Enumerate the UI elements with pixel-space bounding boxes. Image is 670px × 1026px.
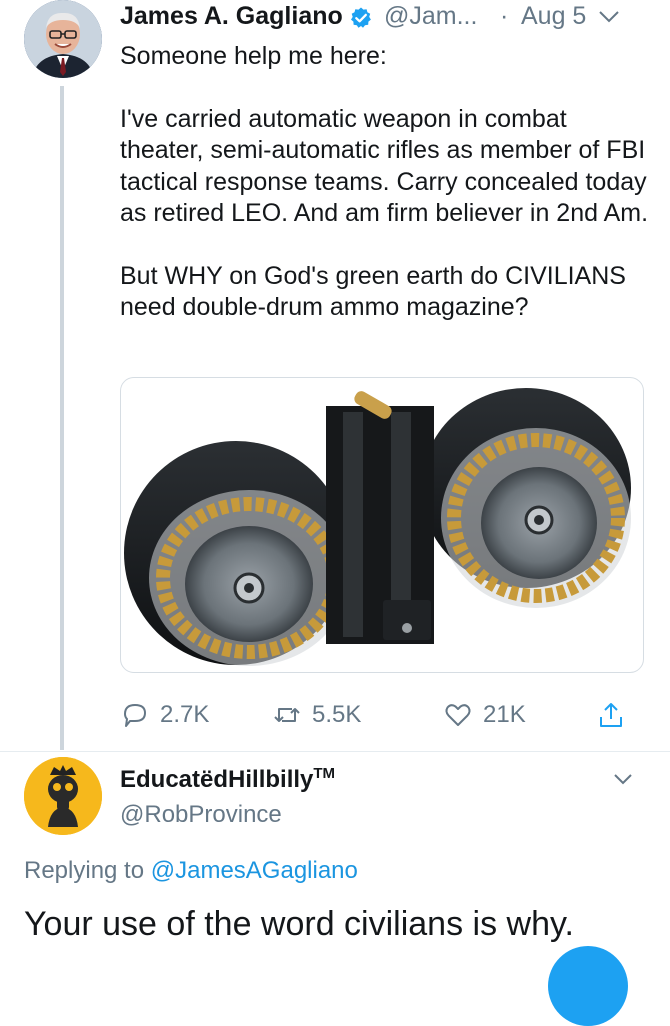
compose-tweet-button[interactable] (548, 946, 628, 1026)
retweet-icon (274, 708, 300, 722)
retweet-button[interactable]: 5.5K (272, 697, 361, 733)
tweet-divider (0, 751, 670, 752)
replying-to: Replying to @JamesAGagliano (24, 857, 358, 885)
retweet-count: 5.5K (312, 701, 362, 728)
share-icon (600, 703, 622, 727)
reply-author-handle[interactable]: @RobProvince (120, 801, 282, 829)
like-count: 21K (483, 701, 526, 728)
chevron-down-icon[interactable] (597, 8, 621, 26)
tweet-text: Someone help me here: I've carried autom… (120, 41, 648, 324)
replying-to-link[interactable]: @JamesAGagliano (151, 857, 358, 884)
reply-count: 2.7K (160, 701, 210, 728)
reply-author-name[interactable]: EducatëdHillbillyTM (120, 765, 335, 794)
author-avatar[interactable] (24, 0, 102, 78)
reply-author-avatar[interactable] (24, 757, 102, 835)
reply-author-name-text: EducatëdHillbilly (120, 766, 314, 793)
verified-badge-icon (350, 7, 372, 29)
replying-prefix: Replying to (24, 857, 145, 884)
thread-line (60, 86, 64, 750)
author-name[interactable]: James A. Gagliano (120, 2, 343, 31)
tweet-paragraph: I've carried automatic weapon in combat … (120, 104, 649, 228)
reply-button[interactable]: 2.7K (120, 697, 209, 733)
like-icon (445, 704, 471, 726)
like-button[interactable]: 21K (443, 697, 526, 733)
author-handle[interactable]: @Jam... (384, 2, 477, 31)
meta-separator: · (500, 2, 509, 30)
share-button[interactable] (596, 697, 626, 733)
tweet-date[interactable]: Aug 5 (521, 2, 586, 31)
chevron-down-icon[interactable] (612, 771, 634, 787)
tweet-paragraph: Someone help me here: (120, 42, 387, 70)
reply-icon (124, 704, 146, 727)
trademark-mark: TM (313, 765, 336, 782)
tweet-image[interactable] (120, 377, 644, 673)
reply-text: Your use of the word civilians is why. (24, 905, 574, 943)
tweet-paragraph: But WHY on God's green earth do CIVILIAN… (120, 261, 626, 322)
